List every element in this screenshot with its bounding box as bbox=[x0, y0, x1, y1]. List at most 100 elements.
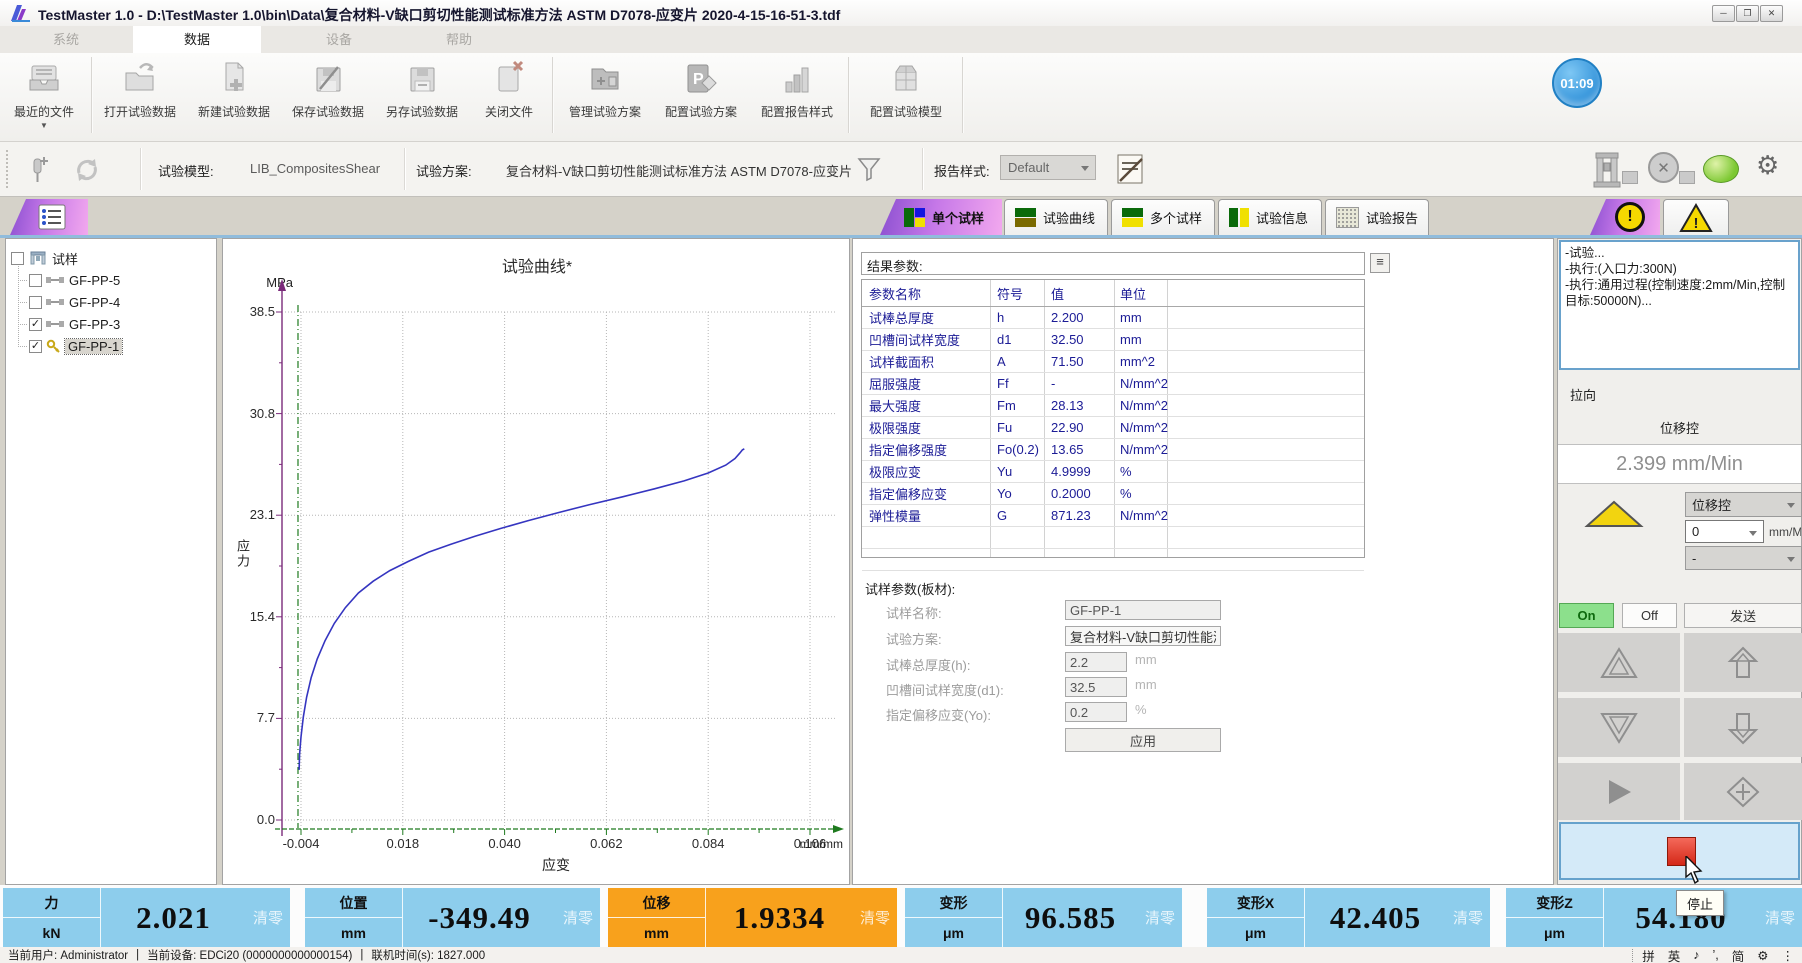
tab-warnings[interactable]: ! bbox=[1663, 199, 1729, 235]
test-curve-icon bbox=[1015, 208, 1036, 227]
clear-displacement-button[interactable]: 清零 bbox=[853, 888, 897, 947]
clear-force-button[interactable]: 清零 bbox=[246, 888, 290, 947]
test-log: -试验... -执行:(入口力:300N) -执行:通用过程(控制速度:2mm/… bbox=[1559, 240, 1800, 370]
recent-files-button[interactable]: 最近的文件 ▼ bbox=[0, 57, 88, 135]
table-row[interactable]: 屈服强度Ff-N/mm^2 bbox=[862, 373, 1364, 395]
tab-test-info[interactable]: 试验信息 bbox=[1218, 199, 1322, 235]
send-button[interactable]: 发送 bbox=[1684, 603, 1802, 628]
ime-lang-icon[interactable]: 英 bbox=[1668, 946, 1681, 963]
control-mode-select[interactable]: 位移控 bbox=[1685, 492, 1802, 517]
off-button[interactable]: Off bbox=[1622, 603, 1677, 628]
width-field[interactable] bbox=[1065, 677, 1127, 697]
tab-single-sample[interactable]: 单个试样 bbox=[880, 199, 1002, 235]
tab-test-curve[interactable]: 试验曲线 bbox=[1004, 199, 1108, 235]
table-row[interactable]: 指定偏移应变Yo0.2000% bbox=[862, 483, 1364, 505]
gfpp1-checkbox[interactable]: ✓ bbox=[29, 340, 42, 353]
jog-up-fast-button[interactable] bbox=[1558, 633, 1680, 692]
machine-icon[interactable] bbox=[1592, 151, 1622, 189]
manage-scheme-button[interactable]: 管理试验方案 bbox=[558, 57, 652, 135]
results-table: 参数名称 符号 值 单位 试棒总厚度h2.200mm 凹槽间试样宽度d132.5… bbox=[861, 279, 1365, 558]
svg-text:!: ! bbox=[1694, 215, 1699, 232]
deform-meter: 变形μm 96.585 清零 bbox=[905, 888, 1182, 947]
report-style-label: 报告样式: bbox=[934, 161, 990, 180]
config-model-icon bbox=[885, 57, 927, 101]
on-button[interactable]: On bbox=[1559, 603, 1614, 628]
offset-strain-field[interactable] bbox=[1065, 702, 1127, 722]
ribbon-toolbar: 最近的文件 ▼ 打开试验数据 新建试验数据 保存试验数据 另存试验 bbox=[0, 53, 1802, 142]
jog-down-fast-button[interactable] bbox=[1558, 698, 1680, 757]
save-data-button[interactable]: 保存试验数据 bbox=[282, 57, 374, 135]
config-report-button[interactable]: 配置报告样式 bbox=[750, 57, 844, 135]
stress-strain-curve bbox=[223, 239, 851, 884]
speed-input[interactable]: 0 bbox=[1685, 520, 1764, 543]
chevron-down-icon bbox=[1749, 531, 1757, 536]
disconnect-icon[interactable]: ✕ bbox=[1648, 152, 1679, 183]
apply-button[interactable]: 应用 bbox=[1065, 728, 1221, 752]
results-menu-icon[interactable]: ≡ bbox=[1370, 253, 1390, 273]
table-row[interactable]: 极限强度Fu22.90N/mm^2 bbox=[862, 417, 1364, 439]
menu-data[interactable]: 数据 bbox=[133, 26, 261, 53]
clear-deform-button[interactable]: 清零 bbox=[1138, 888, 1182, 947]
config-scheme-button[interactable]: P 配置试验方案 bbox=[654, 57, 748, 135]
table-row[interactable]: 试棒总厚度h2.200mm bbox=[862, 307, 1364, 329]
tree-root-checkbox[interactable] bbox=[11, 252, 24, 265]
close-file-button[interactable]: 关闭文件 bbox=[470, 57, 548, 135]
gfpp5-checkbox[interactable] bbox=[29, 274, 42, 287]
config-model-button[interactable]: 配置试验模型 bbox=[854, 57, 958, 135]
open-data-button[interactable]: 打开试验数据 bbox=[94, 57, 186, 135]
menu-device[interactable]: 设备 bbox=[296, 26, 382, 53]
tab-alerts[interactable]: ! bbox=[1590, 199, 1660, 235]
refresh-icon[interactable] bbox=[72, 155, 102, 185]
table-row[interactable]: 试样截面积A71.50mm^2 bbox=[862, 351, 1364, 373]
clear-deform-x-button[interactable]: 清零 bbox=[1446, 888, 1490, 947]
table-row[interactable]: 弹性模量G871.23N/mm^2 bbox=[862, 505, 1364, 527]
control-panel: -试验... -执行:(入口力:300N) -执行:通用过程(控制速度:2mm/… bbox=[1557, 238, 1802, 885]
ime-simplified-icon[interactable]: 简 bbox=[1732, 946, 1745, 963]
step-down-button[interactable] bbox=[1684, 698, 1802, 757]
pin-add-icon[interactable] bbox=[24, 153, 52, 187]
clear-deform-z-button[interactable]: 清零 bbox=[1758, 888, 1802, 947]
ime-sound-icon[interactable]: ♪ bbox=[1693, 948, 1699, 962]
aux-select[interactable]: - bbox=[1685, 546, 1802, 570]
menu-help[interactable]: 帮助 bbox=[416, 26, 502, 53]
close-button[interactable]: ✕ bbox=[1760, 5, 1783, 22]
test-info-icon bbox=[1229, 208, 1249, 227]
run-button[interactable] bbox=[1558, 763, 1680, 820]
return-button[interactable] bbox=[1684, 763, 1802, 820]
table-row[interactable]: 极限应变Yu4.9999% bbox=[862, 461, 1364, 483]
window-title: TestMaster 1.0 - D:\TestMaster 1.0\bin\D… bbox=[38, 5, 840, 25]
table-row[interactable]: 指定偏移强度Fo(0.2)13.65N/mm^2 bbox=[862, 439, 1364, 461]
save-as-data-button[interactable]: 另存试验数据 bbox=[376, 57, 468, 135]
report-preview-icon[interactable] bbox=[1112, 151, 1148, 187]
scheme-name-field[interactable] bbox=[1065, 626, 1221, 646]
minimize-button[interactable]: ─ bbox=[1712, 5, 1735, 22]
tree-item-gfpp1[interactable]: ✓ GF-PP-1 bbox=[29, 337, 122, 355]
ime-more-icon[interactable]: ⋮ bbox=[1782, 948, 1795, 963]
menu-system[interactable]: 系统 bbox=[30, 26, 102, 53]
step-up-button[interactable] bbox=[1684, 633, 1802, 692]
table-row[interactable]: 最大强度Fm28.13N/mm^2 bbox=[862, 395, 1364, 417]
chevron-down-icon bbox=[1787, 503, 1795, 508]
clear-position-button[interactable]: 清零 bbox=[556, 888, 600, 947]
tab-multi-sample[interactable]: 多个试样 bbox=[1111, 199, 1215, 235]
new-data-button[interactable]: 新建试验数据 bbox=[188, 57, 280, 135]
ime-settings-icon[interactable]: ⚙ bbox=[1757, 948, 1768, 963]
tree-root-row[interactable]: 试样 bbox=[11, 249, 78, 267]
ime-grid-icon[interactable]: 拼 bbox=[1642, 946, 1655, 963]
tree-item-gfpp3[interactable]: ✓ GF-PP-3 bbox=[29, 315, 120, 333]
tree-item-gfpp5[interactable]: GF-PP-5 bbox=[29, 271, 120, 289]
sample-list-icon bbox=[38, 204, 66, 230]
gfpp4-checkbox[interactable] bbox=[29, 296, 42, 309]
sample-name-field[interactable] bbox=[1065, 600, 1221, 620]
gfpp3-checkbox[interactable]: ✓ bbox=[29, 318, 42, 331]
tab-sample-tree[interactable] bbox=[10, 199, 88, 235]
tree-item-gfpp4[interactable]: GF-PP-4 bbox=[29, 293, 120, 311]
filter-funnel-icon[interactable] bbox=[856, 155, 882, 183]
maximize-button[interactable]: ❐ bbox=[1736, 5, 1759, 22]
table-row[interactable]: 凹槽间试样宽度d132.50mm bbox=[862, 329, 1364, 351]
settings-gear-icon[interactable]: ⚙ bbox=[1756, 150, 1779, 181]
thickness-field[interactable] bbox=[1065, 652, 1127, 672]
tab-test-report[interactable]: 试验报告 bbox=[1325, 199, 1429, 235]
report-style-select[interactable]: Default bbox=[1000, 155, 1096, 180]
ime-punct-icon[interactable]: ’, bbox=[1713, 948, 1719, 962]
